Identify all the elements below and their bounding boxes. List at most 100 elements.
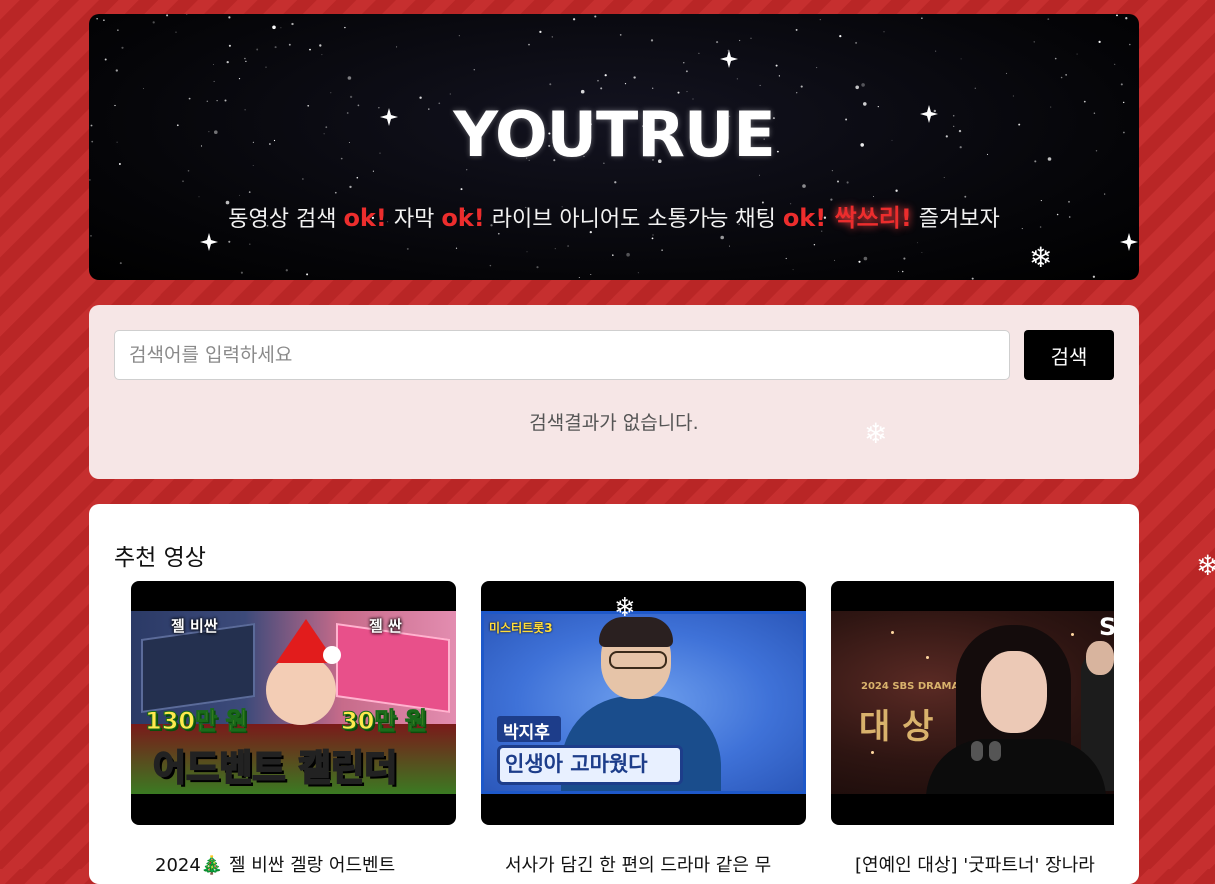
video-title[interactable]: [연예인 대상] '굿파트너' 장나라	[855, 851, 1114, 877]
star	[652, 234, 654, 236]
star	[792, 269, 794, 271]
star	[249, 243, 251, 245]
star	[1114, 63, 1116, 66]
star	[182, 180, 184, 183]
person-face	[266, 655, 336, 725]
star	[750, 37, 752, 39]
tagline-text-4: 즐겨보자	[911, 207, 1000, 232]
star	[614, 181, 617, 184]
search-button[interactable]: 검색	[1024, 330, 1114, 380]
video-thumbnail[interactable]: 2024 SBS DRAMA AWARDS 대 상 S	[831, 581, 1114, 825]
star	[650, 39, 654, 42]
star	[1065, 74, 1067, 76]
star	[228, 16, 231, 19]
video-card[interactable]: 젤 비싼 젤 싼 130만 원 30만 원 어드벤트 캘린더 2024🎄 젤 비…	[131, 581, 456, 876]
star	[861, 83, 865, 87]
star	[213, 80, 215, 82]
star	[103, 19, 105, 22]
star	[686, 91, 688, 93]
tagline-ok-2: ok!	[441, 204, 485, 232]
star	[1012, 95, 1014, 97]
video-thumbnail[interactable]: 젤 비싼 젤 싼 130만 원 30만 원 어드벤트 캘린더	[131, 581, 456, 825]
star	[245, 60, 247, 63]
star	[285, 269, 288, 272]
site-title[interactable]: YOUTRUE	[89, 98, 1139, 171]
star	[839, 35, 842, 38]
search-panel: 검색 검색결과가 없습니다. ❄	[89, 305, 1139, 479]
star	[728, 245, 730, 247]
search-input[interactable]	[114, 330, 1010, 380]
star	[917, 242, 919, 244]
star	[455, 247, 458, 249]
star	[239, 194, 240, 196]
microphone	[989, 741, 1001, 761]
star	[677, 91, 680, 94]
star	[637, 272, 639, 274]
star	[819, 19, 821, 21]
star	[580, 89, 585, 94]
star	[1054, 57, 1057, 60]
star	[226, 60, 229, 64]
star	[1076, 53, 1078, 55]
sparkle-star	[1120, 233, 1138, 251]
star	[901, 270, 904, 273]
sparkle	[891, 631, 894, 634]
star	[921, 251, 923, 253]
star	[597, 79, 599, 82]
star	[90, 235, 92, 237]
star	[759, 174, 760, 176]
video-carousel[interactable]: 젤 비싼 젤 싼 130만 원 30만 원 어드벤트 캘린더 2024🎄 젤 비…	[131, 581, 1114, 884]
star	[612, 254, 614, 256]
video-title[interactable]: 서사가 담긴 한 편의 드라마 같은 무	[505, 851, 795, 877]
star	[539, 30, 542, 34]
star	[651, 237, 654, 240]
star	[288, 43, 291, 46]
star	[166, 14, 169, 17]
hero-banner: YOUTRUE 동영상 검색 ok! 자막 ok! 라이브 아니어도 소통가능 …	[89, 14, 1139, 280]
star	[1120, 83, 1123, 86]
star	[836, 180, 840, 183]
sparkle-star	[720, 50, 738, 68]
star	[1129, 43, 1131, 46]
thumbnail-image: 젤 비싼 젤 싼 130만 원 30만 원 어드벤트 캘린더	[131, 611, 456, 794]
star	[1104, 193, 1106, 195]
tagline-text-2: 자막	[386, 207, 442, 232]
star	[526, 251, 528, 253]
star	[291, 22, 294, 26]
star	[578, 276, 580, 279]
thumbnail-frame	[481, 611, 806, 794]
video-card[interactable]: 미스터트롯3 박지후 인생아 고마웠다 ❄ 서사가 담긴 한 편의 드라마 같은…	[481, 581, 806, 876]
star	[858, 260, 861, 263]
advent-box-left	[141, 622, 255, 714]
star	[175, 31, 177, 33]
star	[551, 36, 553, 38]
video-title[interactable]: 2024🎄 젤 비싼 겔랑 어드벤트	[155, 851, 445, 877]
star	[736, 78, 738, 80]
star	[458, 35, 460, 37]
thumbnail-image: 미스터트롯3 박지후 인생아 고마웠다	[481, 611, 806, 794]
star	[104, 58, 107, 61]
star	[855, 85, 859, 90]
star	[935, 50, 937, 52]
video-thumbnail[interactable]: 미스터트롯3 박지후 인생아 고마웠다 ❄	[481, 581, 806, 825]
sparkle-star	[200, 233, 218, 251]
star	[759, 84, 761, 86]
snowflake-icon: ❄	[1196, 549, 1215, 582]
star	[846, 181, 849, 184]
star	[89, 179, 91, 181]
star	[248, 191, 251, 193]
star	[816, 67, 818, 69]
star	[652, 87, 654, 89]
star	[594, 15, 597, 18]
star	[143, 87, 145, 89]
star	[778, 75, 781, 77]
star	[265, 66, 267, 68]
recommended-section: 추천 영상 젤 비싼 젤 싼 130만 원 30만 원 어드벤트 캘린더 202…	[89, 504, 1139, 884]
star	[319, 44, 322, 47]
star	[152, 21, 155, 24]
tagline-ok-1: ok!	[343, 204, 387, 232]
video-card[interactable]: 2024 SBS DRAMA AWARDS 대 상 S [연예인 대상] '굿파…	[831, 581, 1114, 876]
star	[590, 274, 592, 275]
thumb-label-left: 젤 비싼	[171, 617, 218, 635]
star	[624, 82, 627, 85]
